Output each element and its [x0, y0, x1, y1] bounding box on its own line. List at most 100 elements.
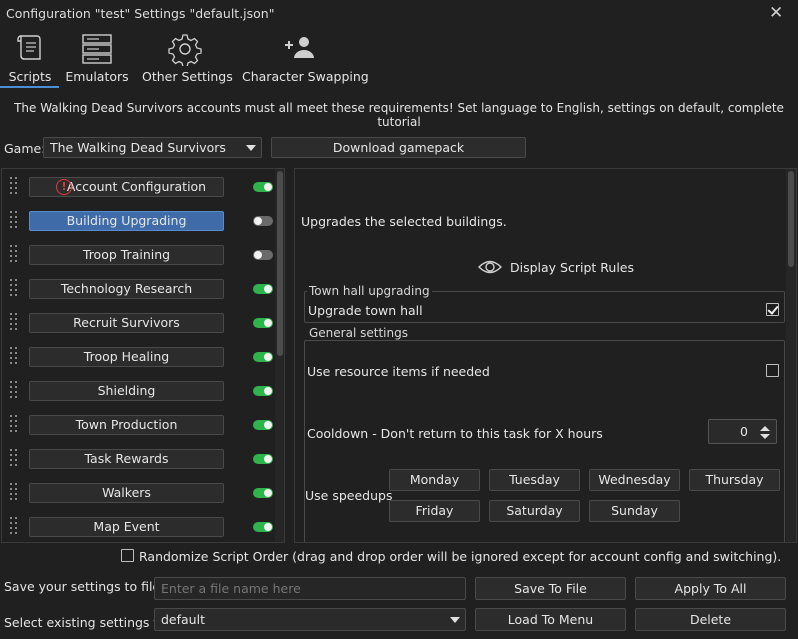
script-button-recruit-survivors[interactable]: Recruit Survivors	[29, 313, 224, 333]
day-button-wednesday[interactable]: Wednesday	[589, 469, 680, 491]
script-button-shielding[interactable]: Shielding	[29, 381, 224, 401]
day-button-tuesday[interactable]: Tuesday	[489, 469, 580, 491]
randomize-order-checkbox[interactable]	[121, 549, 134, 562]
script-toggle-shielding[interactable]	[253, 386, 273, 396]
script-button-troop-healing[interactable]: Troop Healing	[29, 347, 224, 367]
cooldown-spinbox[interactable]: 0	[708, 419, 777, 444]
tab-other-settings[interactable]: Other Settings	[142, 30, 233, 88]
drag-handle-icon[interactable]	[10, 347, 20, 365]
requirements-text: The Walking Dead Survivors accounts must…	[14, 101, 784, 129]
tab-scripts[interactable]: Scripts	[2, 30, 58, 88]
day-button-friday[interactable]: Friday	[389, 500, 480, 522]
toggle-knob	[264, 489, 272, 497]
filename-input[interactable]	[154, 577, 466, 600]
tab-character-swapping-label: Character Swapping	[242, 69, 369, 84]
script-button-label: Troop Healing	[83, 349, 170, 364]
script-toggle-troop-training[interactable]	[253, 250, 273, 260]
day-button-monday[interactable]: Monday	[389, 469, 480, 491]
apply-to-all-button[interactable]: Apply To All	[635, 577, 786, 600]
drag-handle-icon[interactable]	[10, 449, 20, 467]
upgrade-town-hall-checkbox[interactable]	[766, 303, 779, 316]
tab-bar: Scripts Emulators Other Settings Charact…	[0, 30, 798, 88]
cooldown-label: Cooldown - Don't return to this task for…	[307, 426, 603, 441]
script-row-town-production[interactable]: Town Production	[2, 407, 284, 441]
use-resource-items-checkbox[interactable]	[766, 364, 779, 377]
add-user-icon	[285, 37, 314, 58]
script-list-scroll-thumb[interactable]	[277, 171, 283, 356]
script-row-map-event[interactable]: Map Event	[2, 509, 284, 542]
toggle-knob	[264, 421, 272, 429]
drag-handle-icon[interactable]	[10, 245, 20, 263]
script-toggle-troop-healing[interactable]	[253, 352, 273, 362]
day-button-sunday[interactable]: Sunday	[589, 500, 680, 522]
chevron-down-icon	[450, 617, 460, 623]
script-row-troop-healing[interactable]: Troop Healing	[2, 339, 284, 373]
script-button-label: Task Rewards	[84, 451, 169, 466]
drag-handle-icon[interactable]	[10, 177, 20, 195]
delete-button[interactable]: Delete	[635, 608, 786, 631]
drag-handle-icon[interactable]	[10, 381, 20, 399]
script-toggle-recruit-survivors[interactable]	[253, 318, 273, 328]
script-button-walkers[interactable]: Walkers	[29, 483, 224, 503]
script-toggle-building-upgrading[interactable]	[253, 216, 273, 226]
script-row-troop-training[interactable]: Troop Training	[2, 237, 284, 271]
toggle-knob	[254, 251, 262, 259]
game-select[interactable]: The Walking Dead Survivors	[43, 137, 262, 158]
script-button-account-configuration[interactable]: ! Account Configuration	[29, 177, 224, 197]
script-button-label: Account Configuration	[66, 179, 207, 194]
script-row-technology-research[interactable]: Technology Research	[2, 271, 284, 305]
tab-emulators-label: Emulators	[65, 69, 129, 84]
close-icon[interactable]: ✕	[769, 3, 783, 23]
warning-icon: !	[56, 179, 72, 195]
drag-handle-icon[interactable]	[10, 279, 20, 297]
spin-down-icon[interactable]	[760, 434, 770, 439]
script-toggle-technology-research[interactable]	[253, 284, 273, 294]
drag-handle-icon[interactable]	[10, 483, 20, 501]
detail-scroll-thumb[interactable]	[788, 171, 794, 267]
script-detail-pane: Upgrades the selected buildings. Display…	[294, 168, 797, 543]
script-toggle-map-event[interactable]	[253, 522, 273, 532]
script-toggle-task-rewards[interactable]	[253, 454, 273, 464]
script-button-task-rewards[interactable]: Task Rewards	[29, 449, 224, 469]
script-row-walkers[interactable]: Walkers	[2, 475, 284, 509]
script-row-recruit-survivors[interactable]: Recruit Survivors	[2, 305, 284, 339]
script-button-building-upgrading[interactable]: Building Upgrading	[29, 211, 224, 231]
day-button-thursday[interactable]: Thursday	[689, 469, 780, 491]
script-button-map-event[interactable]: Map Event	[29, 517, 224, 537]
detail-scrollbar[interactable]	[786, 169, 796, 542]
script-toggle-town-production[interactable]	[253, 420, 273, 430]
use-resource-items-label: Use resource items if needed	[307, 364, 490, 379]
drag-handle-icon[interactable]	[10, 415, 20, 433]
script-button-label: Building Upgrading	[66, 213, 187, 228]
script-row-building-upgrading[interactable]: Building Upgrading	[2, 203, 284, 237]
script-button-technology-research[interactable]: Technology Research	[29, 279, 224, 299]
script-list-scrollbar[interactable]	[275, 169, 284, 542]
script-button-town-production[interactable]: Town Production	[29, 415, 224, 435]
day-button-saturday[interactable]: Saturday	[489, 500, 580, 522]
script-row-account-configuration[interactable]: ! Account Configuration	[2, 169, 284, 203]
download-gamepack-button[interactable]: Download gamepack	[271, 137, 526, 158]
script-toggle-walkers[interactable]	[253, 488, 273, 498]
script-button-label: Walkers	[102, 485, 151, 500]
save-settings-label: Save your settings to file	[4, 579, 161, 594]
drag-handle-icon[interactable]	[10, 313, 20, 331]
tab-character-swapping[interactable]: Character Swapping	[242, 30, 369, 88]
toggle-knob	[264, 183, 272, 191]
spin-up-icon[interactable]	[760, 426, 770, 431]
general-settings-group-title: General settings	[307, 326, 410, 340]
script-button-label: Town Production	[75, 417, 178, 432]
drag-handle-icon[interactable]	[10, 517, 20, 535]
eye-icon	[478, 260, 502, 274]
script-toggle-account-configuration[interactable]	[253, 182, 273, 192]
script-list: ! Account Configuration Building Upgrading…	[1, 168, 285, 543]
script-button-troop-training[interactable]: Troop Training	[29, 245, 224, 265]
load-to-menu-button[interactable]: Load To Menu	[475, 608, 626, 631]
tab-emulators[interactable]: Emulators	[64, 30, 130, 88]
script-button-label: Map Event	[93, 519, 160, 534]
drag-handle-icon[interactable]	[10, 211, 20, 229]
save-to-file-button[interactable]: Save To File	[475, 577, 626, 600]
script-row-shielding[interactable]: Shielding	[2, 373, 284, 407]
settings-file-select[interactable]: default	[154, 608, 466, 631]
select-settings-label: Select existing settings file	[4, 615, 173, 630]
script-row-task-rewards[interactable]: Task Rewards	[2, 441, 284, 475]
